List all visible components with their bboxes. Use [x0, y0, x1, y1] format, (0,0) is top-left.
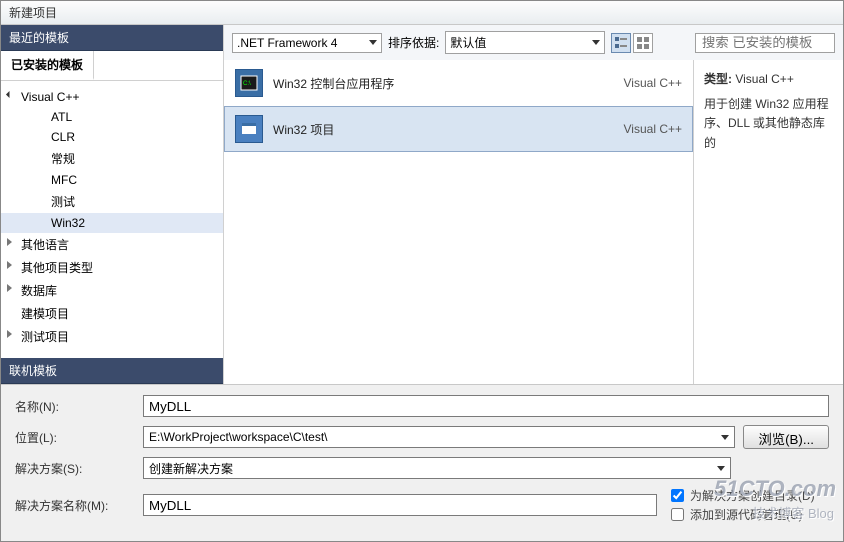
browse-button[interactable]: 浏览(B)...: [743, 425, 829, 449]
dialog-content: 最近的模板 已安装的模板 Visual C++ ATL CLR 常规 MFC 测…: [1, 25, 843, 541]
description-type-row: 类型: Visual C++: [704, 70, 833, 89]
chevron-down-icon: [6, 91, 13, 98]
titlebar: 新建项目: [1, 1, 843, 25]
solution-name-label: 解决方案名称(M):: [15, 497, 135, 514]
description-body: 用于创建 Win32 应用程序、DLL 或其他静态库的: [704, 95, 833, 153]
template-type: Visual C++: [592, 76, 682, 90]
tree-win32[interactable]: Win32: [1, 213, 223, 233]
template-item-win32[interactable]: Win32 项目 Visual C++: [224, 106, 693, 152]
tree-database[interactable]: 数据库: [1, 279, 223, 302]
solution-combo[interactable]: 创建新解决方案: [143, 457, 731, 479]
view-small-icons-button[interactable]: [611, 33, 631, 53]
svg-text:C:\: C:\: [243, 81, 251, 87]
name-input[interactable]: [143, 395, 829, 417]
location-value: E:\WorkProject\workspace\C\test\: [149, 430, 328, 444]
template-list: C:\ Win32 控制台应用程序 Visual C++ Win32 项目 Vi…: [224, 60, 693, 384]
dropdown-arrow-icon: [717, 466, 725, 471]
tree-modeling[interactable]: 建模项目: [1, 302, 223, 325]
medium-icons-icon: [636, 36, 650, 50]
source-control-checkbox[interactable]: 添加到源代码管理(U): [669, 506, 829, 523]
type-value: Visual C++: [735, 72, 793, 86]
chevron-right-icon: [7, 330, 12, 338]
tree-visual-cpp[interactable]: Visual C++: [1, 87, 223, 107]
list-and-description: C:\ Win32 控制台应用程序 Visual C++ Win32 项目 Vi…: [224, 60, 843, 384]
dropdown-arrow-icon: [592, 40, 600, 45]
solution-value: 创建新解决方案: [149, 460, 233, 477]
dropdown-arrow-icon: [721, 435, 729, 440]
sort-combo[interactable]: 默认值: [445, 31, 605, 54]
template-name: Win32 控制台应用程序: [273, 75, 582, 92]
solution-name-input[interactable]: [143, 494, 657, 516]
sort-value: 默认值: [450, 34, 486, 51]
tree-other-languages[interactable]: 其他语言: [1, 233, 223, 256]
solution-name-row: 解决方案名称(M): 为解决方案创建目录(D) 添加到源代码管理(U): [15, 487, 829, 523]
solution-label: 解决方案(S):: [15, 460, 135, 477]
tree-other-project-types[interactable]: 其他项目类型: [1, 256, 223, 279]
tree-mfc[interactable]: MFC: [1, 170, 223, 190]
template-tree: Visual C++ ATL CLR 常规 MFC 测试 Win32 其他语言 …: [1, 81, 223, 358]
win32-project-icon: [235, 115, 263, 143]
small-icons-icon: [614, 36, 628, 50]
view-medium-icons-button[interactable]: [633, 33, 653, 53]
sidebar-tabs: 已安装的模板: [1, 51, 223, 81]
view-buttons: [611, 33, 653, 53]
checkbox-group: 为解决方案创建目录(D) 添加到源代码管理(U): [669, 487, 829, 523]
console-app-icon: C:\: [235, 69, 263, 97]
recent-templates-header[interactable]: 最近的模板: [1, 25, 223, 51]
upper-pane: 最近的模板 已安装的模板 Visual C++ ATL CLR 常规 MFC 测…: [1, 25, 843, 384]
tree-general[interactable]: 常规: [1, 147, 223, 170]
name-row: 名称(N):: [15, 395, 829, 417]
online-templates-header[interactable]: 联机模板: [1, 358, 223, 384]
window-title: 新建项目: [9, 4, 57, 21]
new-project-dialog: 新建项目 最近的模板 已安装的模板 Visual C++ ATL CLR 常规 …: [0, 0, 844, 542]
chevron-right-icon: [7, 238, 12, 246]
location-row: 位置(L): E:\WorkProject\workspace\C\test\ …: [15, 425, 829, 449]
template-type: Visual C++: [592, 122, 682, 136]
form-panel: 名称(N): 位置(L): E:\WorkProject\workspace\C…: [1, 384, 843, 541]
installed-templates-tab[interactable]: 已安装的模板: [1, 51, 94, 80]
toolbar: .NET Framework 4 排序依据: 默认值: [224, 25, 843, 60]
create-directory-checkbox[interactable]: 为解决方案创建目录(D): [669, 487, 829, 504]
tree-test-projects[interactable]: 测试项目: [1, 325, 223, 348]
checkbox-icon[interactable]: [671, 508, 684, 521]
name-label: 名称(N):: [15, 398, 135, 415]
sort-label: 排序依据:: [388, 34, 439, 51]
checkbox-icon[interactable]: [671, 489, 684, 502]
type-label: 类型:: [704, 72, 732, 86]
description-panel: 类型: Visual C++ 用于创建 Win32 应用程序、DLL 或其他静态…: [693, 60, 843, 384]
location-label: 位置(L):: [15, 429, 135, 446]
tree-atl[interactable]: ATL: [1, 107, 223, 127]
main-pane: .NET Framework 4 排序依据: 默认值: [224, 25, 843, 384]
chevron-right-icon: [7, 284, 12, 292]
framework-combo[interactable]: .NET Framework 4: [232, 33, 382, 53]
template-name: Win32 项目: [273, 121, 582, 138]
location-combo[interactable]: E:\WorkProject\workspace\C\test\: [143, 426, 735, 448]
solution-row: 解决方案(S): 创建新解决方案: [15, 457, 829, 479]
tree-clr[interactable]: CLR: [1, 127, 223, 147]
search-input[interactable]: [695, 33, 835, 53]
tree-test[interactable]: 测试: [1, 190, 223, 213]
sidebar: 最近的模板 已安装的模板 Visual C++ ATL CLR 常规 MFC 测…: [1, 25, 224, 384]
framework-value: .NET Framework 4: [237, 36, 337, 50]
chevron-right-icon: [7, 261, 12, 269]
dropdown-arrow-icon: [369, 40, 377, 45]
template-item-console[interactable]: C:\ Win32 控制台应用程序 Visual C++: [224, 60, 693, 106]
